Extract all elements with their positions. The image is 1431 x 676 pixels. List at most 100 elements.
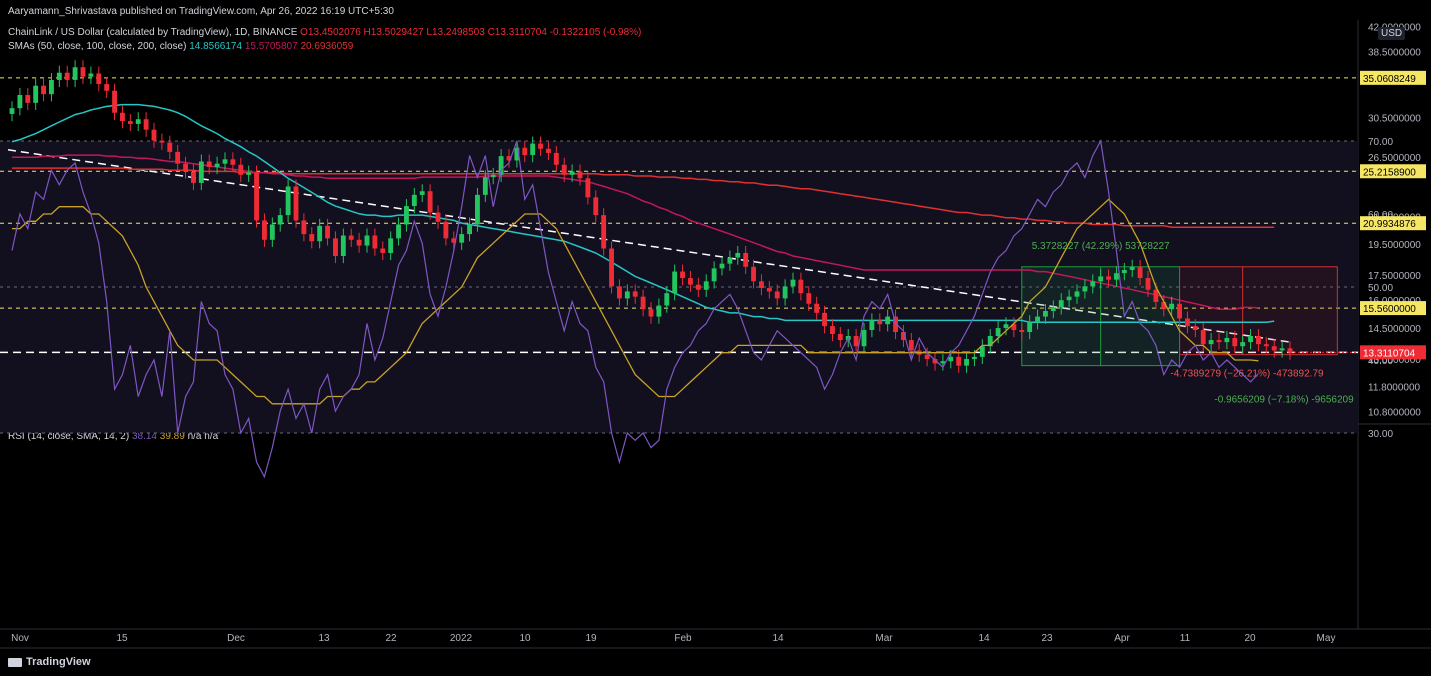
candle-body [751,266,756,282]
candle-body [1224,338,1230,343]
candle-body [995,328,1001,337]
tradingview-footer[interactable]: TradingView [8,656,91,668]
candle-body [262,220,267,240]
candle-body [317,225,323,242]
candle-body [640,296,646,310]
candle-body [246,172,252,175]
x-axis-tick-Dec: Dec [227,633,245,644]
candle-body [648,309,654,317]
candle-body [759,281,764,289]
currency-badge[interactable]: USD [1378,27,1406,40]
candle-body [348,235,354,240]
candle-body [1129,266,1135,270]
candle-body [127,121,133,124]
candle-body [96,73,102,85]
price-axis-tick-11.8000000: 11.8000000 [1368,382,1421,393]
candle-body [1019,330,1025,333]
candle-body [522,147,528,156]
candle-body [1003,324,1009,329]
candle-body [112,90,117,113]
candle-body [167,142,173,152]
candle-body [861,330,867,347]
candle-body [1169,303,1175,310]
x-axis-tick-14: 14 [772,633,784,644]
candle-body [396,224,401,239]
chart-window: Aaryamann_Shrivastava published on Tradi… [0,0,1431,676]
candle-body [427,191,433,213]
candle-body [411,194,417,207]
candle-body [1114,273,1119,280]
candle-body [475,194,480,225]
candle-body [719,263,725,269]
candle-body [17,95,23,109]
candle-body [333,238,338,256]
candle-body [41,85,46,95]
candle-body [269,224,275,240]
candle-body [711,268,717,282]
candle-body [688,278,693,285]
x-axis-tick-22: 22 [385,633,397,644]
candle-body [1256,336,1261,345]
candle-body [356,239,362,246]
price-axis-tick-14.5000000: 14.5000000 [1368,324,1421,335]
candle-body [325,225,330,239]
candle-body [198,161,204,183]
candle-body [372,235,378,249]
measure-down2-label: -0.9656209 (−7.18%) -9656209 [1214,395,1354,406]
candle-body [443,221,449,239]
candle-body [482,177,488,195]
candle-body [1216,340,1222,343]
candle-body [774,291,780,299]
tradingview-brand-label: TradingView [26,656,91,668]
candle-body [1271,346,1277,351]
candle-body [766,288,772,292]
candle-body [1050,307,1056,312]
candle-body [1232,338,1238,347]
candle-body [104,84,110,91]
candle-body [948,356,954,362]
candle-body [1208,340,1214,345]
candle-body [1066,296,1072,301]
x-axis-tick-14: 14 [978,633,990,644]
measure-up-label: 5.3728227 (42.29%) 53728227 [1032,241,1170,252]
candle-body [1090,281,1096,287]
candle-body [1043,311,1048,317]
candle-body [380,248,386,253]
candle-body [143,119,149,130]
candle-body [672,271,678,294]
candle-body [601,215,607,249]
candle-body [277,215,283,225]
candle-body [1177,303,1182,319]
candle-body [9,108,15,114]
candle-body [790,279,796,287]
candle-body [877,320,883,325]
candle-body [1192,326,1198,331]
x-axis-tick-15: 15 [116,633,128,644]
candle-body [585,178,591,198]
candle-body [680,271,685,279]
level-badge-label-25.2158900: 25.2158900 [1363,167,1416,178]
price-axis-tick-38.5000000: 38.5000000 [1368,47,1421,58]
x-axis-tick-2022: 2022 [450,633,473,644]
candle-body [924,354,930,360]
candle-body [735,252,741,258]
candle-body [214,163,220,167]
candle-body [1240,342,1246,347]
x-axis-tick-Mar: Mar [875,633,893,644]
candle-body [25,95,31,103]
x-axis-tick-19: 19 [585,633,597,644]
tradingview-logo-icon [8,657,22,667]
candle-body [285,186,291,216]
candle-body [743,252,749,267]
price-chart-svg[interactable]: 70.0060.0050.0040.0030.0042.000000038.50… [0,0,1431,676]
x-axis-tick-Feb: Feb [674,633,692,644]
candle-body [593,197,599,216]
price-axis-tick-10.8000000: 10.8000000 [1368,408,1421,419]
x-axis-tick-11: 11 [1180,633,1191,644]
candle-body [546,148,551,153]
candle-body [1074,291,1080,297]
candle-body [956,356,962,366]
candle-body [388,238,394,253]
candle-body [664,293,670,306]
candle-body [538,143,543,149]
